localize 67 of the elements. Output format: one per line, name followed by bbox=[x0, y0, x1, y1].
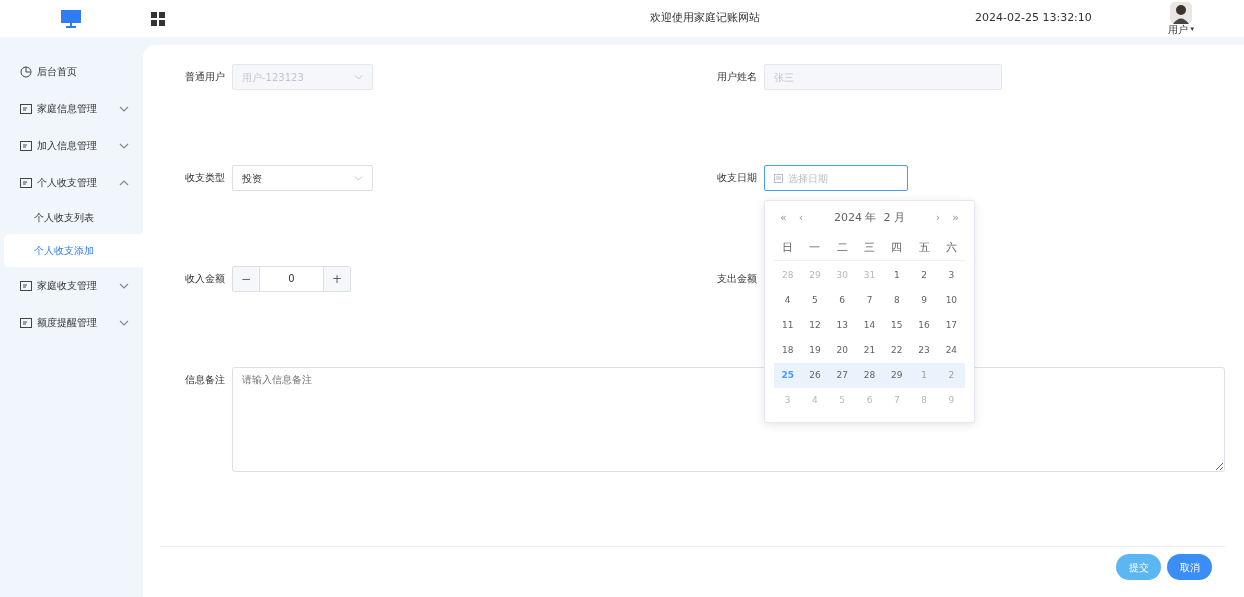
field-label: 收入金额 bbox=[184, 272, 226, 286]
sidebar-item[interactable]: 个人收支管理 bbox=[0, 164, 143, 201]
calendar-day[interactable]: 22 bbox=[891, 343, 903, 358]
field-label: 信息备注 bbox=[184, 373, 226, 387]
field-label: 用户姓名 bbox=[716, 70, 758, 84]
calendar-day[interactable]: 4 bbox=[784, 293, 791, 308]
user-label[interactable]: 用户 bbox=[1168, 24, 1189, 35]
calendar-day[interactable]: 8 bbox=[893, 293, 900, 308]
card-icon bbox=[20, 317, 32, 328]
calendar-day[interactable]: 9 bbox=[921, 293, 927, 308]
clock-icon bbox=[20, 65, 32, 78]
field-label: 收支类型 bbox=[184, 171, 226, 185]
calendar-day[interactable]: 13 bbox=[836, 318, 848, 333]
calendar-day[interactable]: 12 bbox=[809, 318, 821, 333]
card-icon bbox=[20, 103, 32, 114]
weekday-label: 二 bbox=[836, 241, 848, 254]
calendar-day[interactable]: 1 bbox=[893, 268, 900, 283]
card-icon bbox=[20, 177, 32, 188]
calendar-day[interactable]: 16 bbox=[918, 318, 930, 333]
weekday-label: 日 bbox=[782, 241, 794, 254]
grid-icon[interactable] bbox=[151, 11, 165, 26]
field-label: 收支日期 bbox=[716, 171, 758, 185]
weekday-label: 四 bbox=[891, 241, 903, 254]
month-title: 2024 年 2 月 bbox=[833, 209, 906, 226]
select-field[interactable]: 投资 bbox=[232, 165, 373, 191]
calendar-day[interactable]: 7 bbox=[866, 293, 873, 308]
calendar-day[interactable]: 19 bbox=[809, 343, 821, 358]
calendar-day[interactable]: 20 bbox=[836, 343, 848, 358]
sidebar-subitem[interactable]: 个人收支添加 bbox=[4, 234, 143, 267]
user-avatar[interactable] bbox=[1170, 2, 1193, 25]
calendar-icon bbox=[774, 173, 783, 183]
field-label: 支出金额 bbox=[716, 272, 758, 286]
calendar-day[interactable]: 10 bbox=[945, 293, 958, 308]
sidebar-item[interactable]: 家庭信息管理 bbox=[0, 90, 143, 127]
sidebar-item[interactable]: 家庭收支管理 bbox=[0, 267, 143, 304]
date-time: 2024-02-25 13:32:10 bbox=[975, 10, 1092, 27]
weekday-label: 三 bbox=[864, 241, 875, 254]
card-icon bbox=[20, 140, 32, 151]
calendar-day[interactable]: 21 bbox=[863, 343, 876, 358]
calendar-day[interactable]: 14 bbox=[863, 318, 876, 333]
card-icon bbox=[20, 280, 32, 291]
calendar-day[interactable]: 23 bbox=[918, 343, 930, 358]
calendar-day[interactable]: 11 bbox=[781, 318, 794, 333]
weekday-label: 六 bbox=[945, 241, 957, 254]
monitor-icon bbox=[61, 9, 81, 28]
calendar-day[interactable]: 3 bbox=[948, 268, 955, 283]
prev-year-button[interactable]: « bbox=[774, 209, 793, 227]
field-label: 普通用户 bbox=[184, 70, 226, 84]
weekday-label: 五 bbox=[918, 241, 930, 254]
prev-month-button[interactable]: ‹ bbox=[792, 209, 810, 227]
sidebar-item[interactable]: 额度提醒管理 bbox=[0, 304, 143, 341]
page-title: 欢迎使用家庭记账网站 bbox=[649, 10, 761, 27]
sidebar-item[interactable]: 加入信息管理 bbox=[0, 127, 143, 164]
calendar-day[interactable]: 15 bbox=[891, 318, 903, 333]
calendar-day[interactable]: 5 bbox=[812, 293, 818, 308]
sidebar-item[interactable]: 后台首页 bbox=[0, 53, 143, 90]
calendar-day[interactable]: 18 bbox=[781, 343, 794, 358]
chevron-down-icon bbox=[354, 175, 363, 181]
calendar-day[interactable]: 6 bbox=[839, 293, 846, 308]
next-year-button[interactable]: » bbox=[946, 209, 965, 227]
calendar-day[interactable]: 24 bbox=[945, 343, 958, 358]
chevron-down-icon bbox=[354, 74, 363, 80]
calendar-day[interactable]: 2 bbox=[921, 268, 927, 283]
weekday-label: 一 bbox=[809, 241, 821, 254]
sidebar-subitem[interactable]: 个人收支列表 bbox=[4, 201, 143, 234]
next-month-button[interactable]: › bbox=[929, 209, 947, 227]
calendar-day[interactable]: 17 bbox=[945, 318, 958, 333]
